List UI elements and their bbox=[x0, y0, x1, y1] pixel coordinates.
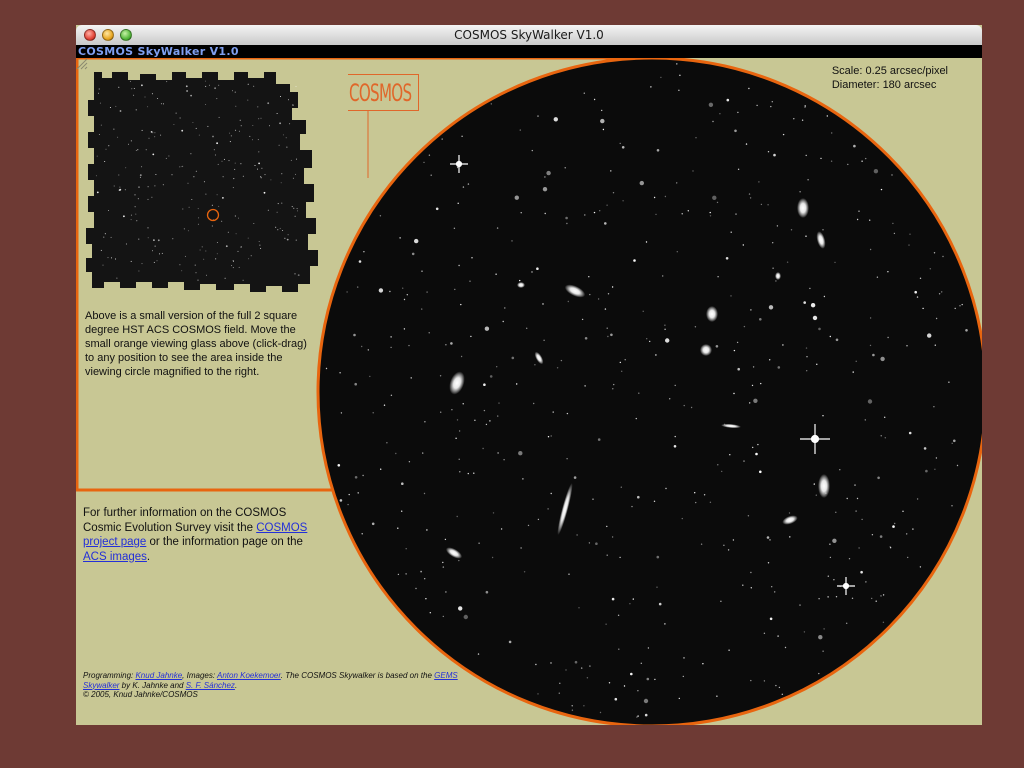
title-bar[interactable]: COSMOS SkyWalker V1.0 bbox=[76, 25, 982, 46]
magnified-view bbox=[316, 58, 982, 725]
scale-label: Scale: 0.25 arcsec/pixel bbox=[831, 65, 948, 77]
anton-koekemoer-link[interactable]: Anton Koekemoer bbox=[217, 671, 281, 680]
app-header-bar: COSMOS SkyWalker V1.0 bbox=[76, 45, 982, 58]
skywalker-content: COSMOS Scale: 0.25 arcsec/pixel Diameter… bbox=[76, 58, 982, 725]
acs-images-link[interactable]: ACS images bbox=[83, 551, 147, 563]
knud-jahnke-link[interactable]: Knud Jahnke bbox=[135, 671, 182, 680]
app-window: COSMOS SkyWalker V1.0 COSMOS SkyWalker V… bbox=[76, 25, 982, 725]
overview-map[interactable] bbox=[86, 72, 318, 292]
diameter-label: Diameter: 180 arcsec bbox=[831, 79, 937, 91]
scale-info: Scale: 0.25 arcsec/pixel Diameter: 180 a… bbox=[832, 64, 948, 92]
app-name: COSMOS SkyWalker V1.0 bbox=[78, 45, 239, 58]
resize-grip-icon[interactable] bbox=[76, 58, 88, 70]
credits-text: Programming: Knud Jahnke, Images: Anton … bbox=[83, 671, 458, 699]
description-text: Above is a small version of the full 2 s… bbox=[85, 310, 307, 378]
window-title: COSMOS SkyWalker V1.0 bbox=[454, 28, 604, 42]
info-paragraph: For further information on the COSMOS Co… bbox=[83, 507, 308, 563]
copyright: © 2005, Knud Jahnke/COSMOS bbox=[83, 690, 198, 699]
skywalker-canvas bbox=[76, 58, 982, 725]
cosmos-logo: COSMOS bbox=[348, 74, 419, 111]
sanchez-link[interactable]: S. F. Sánchez bbox=[186, 681, 235, 690]
